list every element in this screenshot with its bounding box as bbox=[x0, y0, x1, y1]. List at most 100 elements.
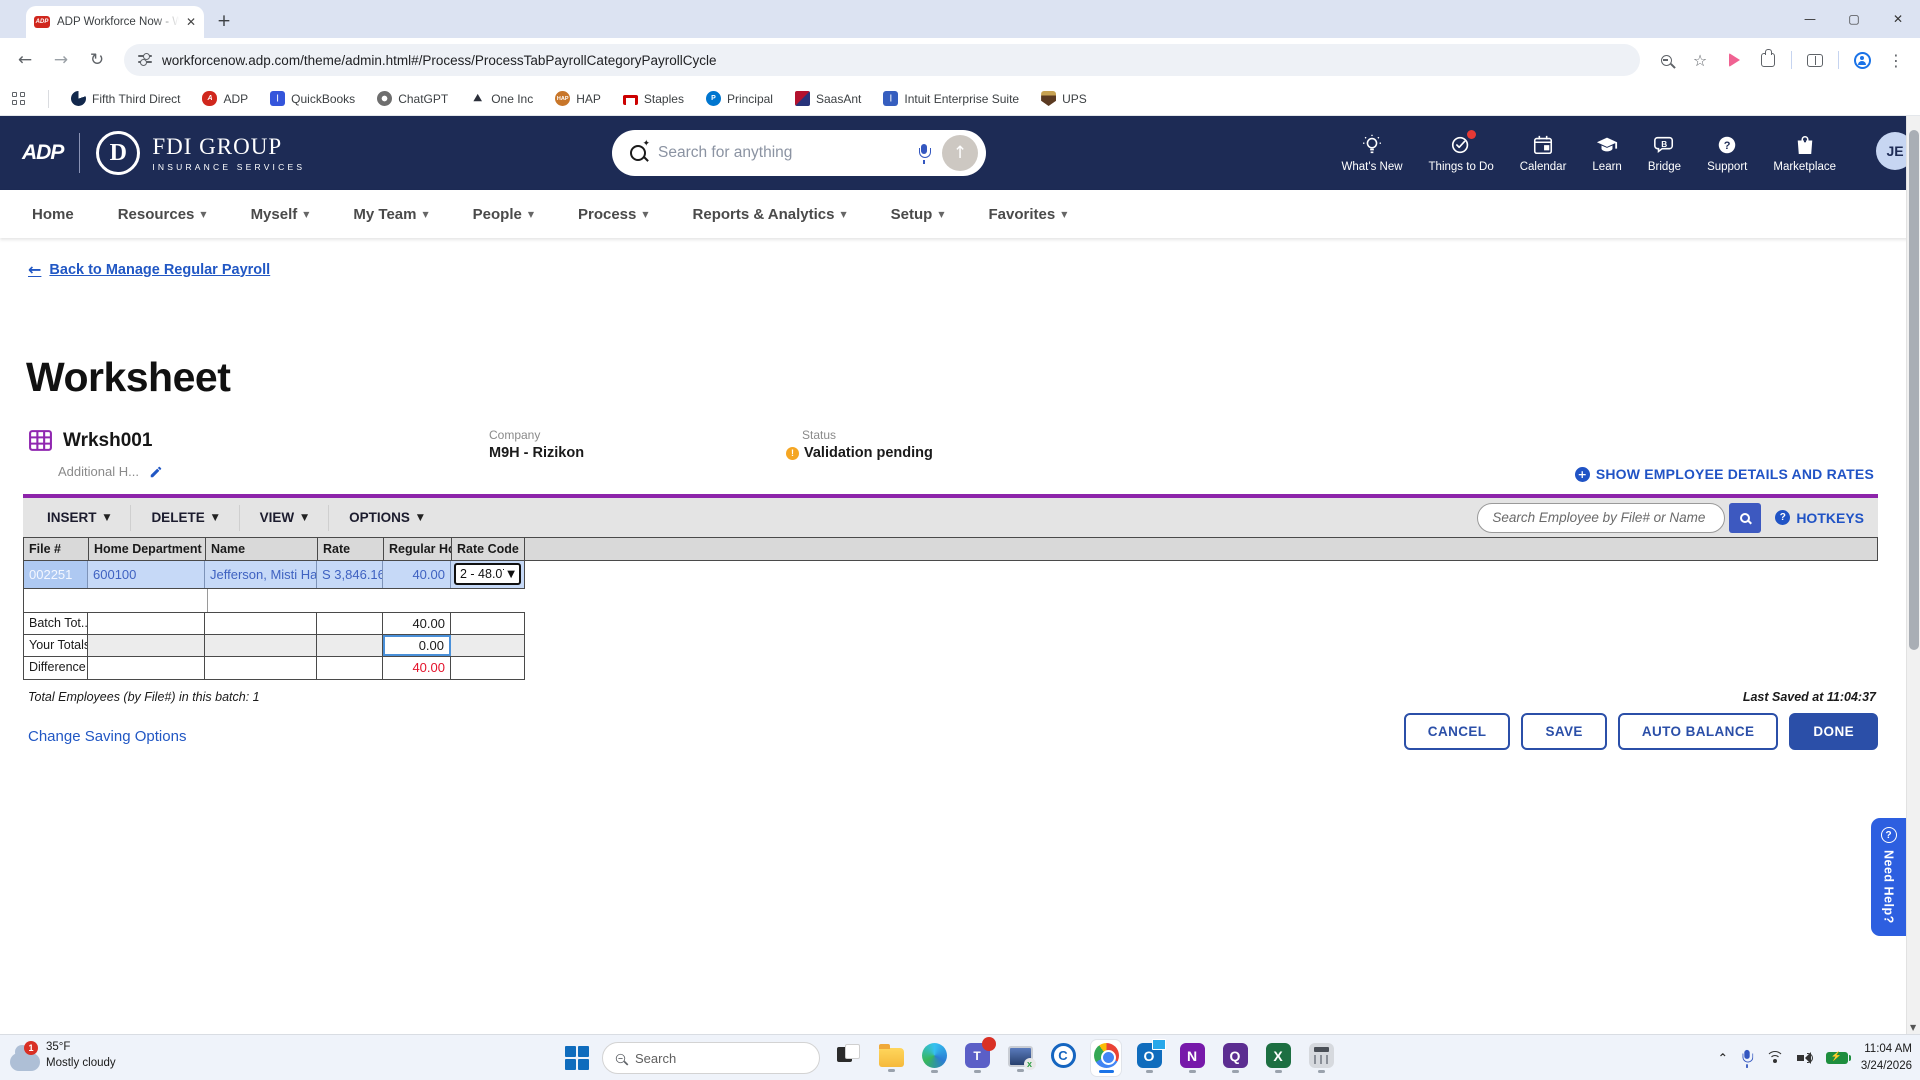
nav-process[interactable]: Process ▼ bbox=[578, 206, 649, 223]
page-scrollbar[interactable]: ▼ bbox=[1906, 116, 1920, 1034]
pink-extension-icon[interactable] bbox=[1720, 53, 1748, 67]
marketplace-button[interactable]: Marketplace bbox=[1773, 134, 1836, 173]
taskbar-weather-widget[interactable]: 1 35°F Mostly cloudy bbox=[10, 1040, 116, 1071]
bookmark-principal[interactable]: P Principal bbox=[705, 91, 773, 106]
url-bar[interactable]: workforcenow.adp.com/theme/admin.html#/P… bbox=[124, 44, 1640, 76]
learn-button[interactable]: Learn bbox=[1592, 134, 1622, 173]
options-menu-button[interactable]: OPTIONS ▼ bbox=[329, 505, 444, 531]
scroll-down-arrow-icon[interactable]: ▼ bbox=[1910, 1023, 1916, 1032]
nav-people[interactable]: People ▼ bbox=[473, 206, 534, 223]
new-tab-button[interactable]: + bbox=[212, 11, 236, 31]
site-info-icon[interactable] bbox=[138, 53, 152, 66]
done-button[interactable]: DONE bbox=[1789, 713, 1878, 750]
your-totals-hours-input[interactable]: 0.00 bbox=[383, 635, 451, 656]
onenote-button[interactable]: N bbox=[1177, 1040, 1207, 1076]
wifi-icon[interactable] bbox=[1765, 1051, 1784, 1065]
bookmark-fifth-third[interactable]: Fifth Third Direct bbox=[71, 91, 180, 106]
change-saving-options-link[interactable]: Change Saving Options bbox=[28, 728, 186, 745]
bookmark-star-icon[interactable]: ☆ bbox=[1686, 51, 1714, 70]
tray-chevron-icon[interactable]: ⌃ bbox=[1718, 1051, 1728, 1065]
col-file-number[interactable]: File # bbox=[24, 538, 89, 560]
bookmark-chatgpt[interactable]: ChatGPT bbox=[377, 91, 448, 106]
show-employee-details-link[interactable]: + SHOW EMPLOYEE DETAILS AND RATES bbox=[1574, 466, 1874, 482]
tab-close-icon[interactable]: ✕ bbox=[186, 15, 196, 29]
c-app-button[interactable]: C bbox=[1048, 1040, 1078, 1076]
bookmark-staples[interactable]: Staples bbox=[622, 92, 684, 106]
window-maximize-button[interactable]: ▢ bbox=[1832, 0, 1876, 38]
browser-tab[interactable]: ADP ADP Workforce Now - Workshe ✕ bbox=[26, 6, 204, 38]
edit-pencil-icon[interactable] bbox=[149, 465, 163, 479]
speaker-icon[interactable] bbox=[1796, 1051, 1813, 1065]
q-app-button[interactable]: Q bbox=[1220, 1040, 1250, 1076]
col-rate[interactable]: Rate bbox=[318, 538, 384, 560]
reload-button[interactable]: ↻ bbox=[82, 45, 112, 75]
start-button[interactable] bbox=[565, 1046, 589, 1070]
table-row[interactable]: 002251 600100 Jefferson, Misti Hale S 3,… bbox=[23, 561, 525, 589]
teams-button[interactable]: T bbox=[962, 1037, 996, 1076]
edge-button[interactable] bbox=[919, 1040, 949, 1076]
nav-favorites[interactable]: Favorites ▼ bbox=[988, 206, 1067, 223]
battery-icon[interactable] bbox=[1825, 1051, 1851, 1064]
bridge-button[interactable]: B Bridge bbox=[1648, 134, 1681, 173]
file-explorer-button[interactable] bbox=[876, 1040, 906, 1076]
save-button[interactable]: SAVE bbox=[1521, 713, 1607, 750]
window-minimize-button[interactable]: — bbox=[1788, 0, 1832, 38]
cancel-button[interactable]: CANCEL bbox=[1403, 713, 1511, 750]
back-to-manage-payroll-link[interactable]: ← Back to Manage Regular Payroll bbox=[28, 260, 270, 279]
auto-balance-button[interactable]: AUTO BALANCE bbox=[1617, 713, 1779, 750]
col-name[interactable]: Name bbox=[206, 538, 318, 560]
bookmark-intuit[interactable]: | Intuit Enterprise Suite bbox=[883, 91, 1019, 106]
window-close-button[interactable]: ✕ bbox=[1876, 0, 1920, 38]
forward-button[interactable]: → bbox=[46, 45, 76, 75]
view-menu-button[interactable]: VIEW ▼ bbox=[240, 504, 330, 531]
taskbar-clock[interactable]: 11:04 AM 3/24/2026 bbox=[1861, 1041, 1912, 1074]
things-to-do-button[interactable]: Things to Do bbox=[1429, 129, 1494, 173]
bookmark-saasant[interactable]: SaasAnt bbox=[794, 91, 861, 106]
bookmark-one-inc[interactable]: ⛰ One Inc bbox=[470, 91, 533, 106]
cell-file-number[interactable]: 002251 bbox=[24, 561, 88, 588]
global-search-input[interactable] bbox=[658, 144, 906, 162]
bookmark-quickbooks[interactable]: | QuickBooks bbox=[270, 91, 355, 106]
side-panel-icon[interactable] bbox=[1801, 53, 1829, 67]
scrollbar-thumb[interactable] bbox=[1909, 130, 1919, 650]
nav-resources[interactable]: Resources ▼ bbox=[118, 206, 207, 223]
extensions-puzzle-icon[interactable] bbox=[1754, 49, 1782, 67]
calculator-button[interactable] bbox=[1306, 1040, 1336, 1076]
delete-menu-button[interactable]: DELETE ▼ bbox=[131, 504, 240, 531]
global-search[interactable]: ↑ bbox=[612, 130, 986, 176]
excel-button[interactable]: X bbox=[1263, 1040, 1293, 1076]
rate-code-dropdown[interactable]: 2 - 48.07 ▼ bbox=[454, 563, 521, 585]
menu-dots-icon[interactable]: ⋮ bbox=[1882, 51, 1910, 70]
outlook-button[interactable]: O bbox=[1134, 1039, 1166, 1076]
search-submit-icon[interactable]: ↑ bbox=[942, 135, 978, 171]
cell-rate[interactable]: S 3,846.16 bbox=[317, 561, 383, 588]
calendar-button[interactable]: Calendar bbox=[1520, 134, 1566, 173]
hotkeys-button[interactable]: ? HOTKEYS bbox=[1775, 510, 1864, 526]
employee-search-input[interactable] bbox=[1477, 502, 1726, 533]
url-text[interactable]: workforcenow.adp.com/theme/admin.html#/P… bbox=[162, 53, 716, 68]
apps-grid-icon[interactable] bbox=[12, 91, 26, 106]
nav-setup[interactable]: Setup ▼ bbox=[891, 206, 945, 223]
bookmark-hap[interactable]: HAP HAP bbox=[555, 91, 601, 106]
zoom-icon[interactable] bbox=[1652, 54, 1680, 66]
bookmark-ups[interactable]: UPS bbox=[1041, 91, 1087, 106]
task-view-button[interactable] bbox=[833, 1040, 863, 1076]
remote-desktop-button[interactable] bbox=[1005, 1040, 1036, 1076]
col-home-department[interactable]: Home Department bbox=[89, 538, 206, 560]
nav-reports-analytics[interactable]: Reports & Analytics ▼ bbox=[693, 206, 847, 223]
microphone-tray-icon[interactable] bbox=[1741, 1049, 1754, 1068]
taskbar-search[interactable]: Search bbox=[602, 1042, 820, 1074]
cell-home-department[interactable]: 600100 bbox=[88, 561, 205, 588]
col-rate-code[interactable]: Rate Code bbox=[452, 538, 525, 560]
bookmark-adp[interactable]: A ADP bbox=[202, 91, 248, 106]
cell-name[interactable]: Jefferson, Misti Hale bbox=[205, 561, 317, 588]
back-button[interactable]: ← bbox=[10, 45, 40, 75]
nav-home[interactable]: Home bbox=[32, 206, 74, 223]
whats-new-button[interactable]: What's New bbox=[1342, 134, 1403, 173]
nav-my-team[interactable]: My Team ▼ bbox=[353, 206, 428, 223]
col-regular-hours[interactable]: Regular Hours bbox=[384, 538, 452, 560]
employee-search-button[interactable] bbox=[1729, 502, 1762, 533]
chrome-button[interactable] bbox=[1091, 1040, 1121, 1076]
insert-menu-button[interactable]: INSERT ▼ bbox=[27, 504, 132, 531]
nav-myself[interactable]: Myself ▼ bbox=[251, 206, 310, 223]
